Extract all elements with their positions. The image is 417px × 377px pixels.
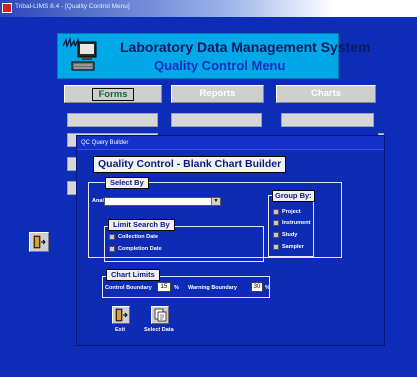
study-label: Study bbox=[282, 232, 298, 238]
app-title: Laboratory Data Management System bbox=[120, 39, 371, 55]
collection-date-label: Collection Date bbox=[118, 234, 159, 240]
qc-query-builder-dialog: QC Query Builder Quality Control - Blank… bbox=[76, 135, 385, 346]
exit-label: Exit bbox=[115, 327, 126, 333]
menu-button[interactable] bbox=[281, 113, 374, 127]
chevron-down-icon[interactable]: ▼ bbox=[211, 198, 220, 205]
completion-date-label: Completion Date bbox=[118, 246, 162, 252]
select-data-label: Select Data bbox=[144, 327, 174, 333]
warning-boundary-percent: % bbox=[265, 285, 270, 291]
menu-button[interactable] bbox=[67, 113, 158, 127]
sampler-checkbox[interactable] bbox=[273, 244, 279, 250]
door-exit-icon bbox=[115, 308, 128, 322]
collection-date-checkbox[interactable] bbox=[109, 234, 115, 240]
control-boundary-percent: % bbox=[174, 285, 179, 291]
limit-search-label: Limit Search By bbox=[108, 219, 175, 231]
control-boundary-input[interactable]: 15 bbox=[157, 282, 171, 292]
study-checkbox[interactable] bbox=[273, 232, 279, 238]
warning-boundary-input[interactable]: 30 bbox=[251, 282, 263, 292]
side-exit-button[interactable] bbox=[29, 232, 49, 252]
app-area: Laboratory Data Management System Qualit… bbox=[0, 17, 417, 377]
menu-button[interactable] bbox=[171, 113, 262, 127]
window-title: Tribal-LIMS 8.4 - [Quality Control Menu] bbox=[15, 3, 130, 10]
analyte-dropdown[interactable]: ▼ bbox=[104, 197, 221, 206]
app-icon bbox=[2, 3, 12, 13]
chart-limits-label: Chart Limits bbox=[106, 269, 160, 281]
limit-search-frame bbox=[104, 226, 264, 262]
instrument-checkbox[interactable] bbox=[273, 220, 279, 226]
header-banner: Laboratory Data Management System Qualit… bbox=[57, 33, 371, 79]
instrument-label: Instrument bbox=[282, 220, 311, 226]
select-data-button[interactable] bbox=[151, 306, 169, 324]
menu-title: Quality Control Menu bbox=[154, 58, 286, 73]
door-exit-icon bbox=[33, 235, 46, 249]
group-by-label: Group By: bbox=[272, 190, 315, 202]
forms-button[interactable]: Forms bbox=[64, 85, 162, 103]
forms-label: Forms bbox=[92, 88, 134, 101]
select-data-icon bbox=[154, 308, 167, 322]
exit-button[interactable] bbox=[112, 306, 130, 324]
warning-boundary-label: Warning Boundary bbox=[188, 285, 237, 291]
window-titlebar: Tribal-LIMS 8.4 - [Quality Control Menu] bbox=[0, 0, 417, 17]
sampler-label: Sampler bbox=[282, 244, 304, 250]
project-checkbox[interactable] bbox=[273, 209, 279, 215]
select-by-label: Select By bbox=[105, 177, 149, 189]
lab-computer-logo-icon bbox=[62, 37, 97, 71]
control-boundary-label: Control Boundary bbox=[105, 285, 152, 291]
dialog-title: QC Query Builder bbox=[77, 136, 384, 150]
builder-heading: Quality Control - Blank Chart Builder bbox=[93, 156, 287, 173]
reports-button[interactable]: Reports bbox=[171, 85, 264, 103]
project-label: Project bbox=[282, 209, 301, 215]
completion-date-checkbox[interactable] bbox=[109, 246, 115, 252]
charts-button[interactable]: Charts bbox=[276, 85, 376, 103]
